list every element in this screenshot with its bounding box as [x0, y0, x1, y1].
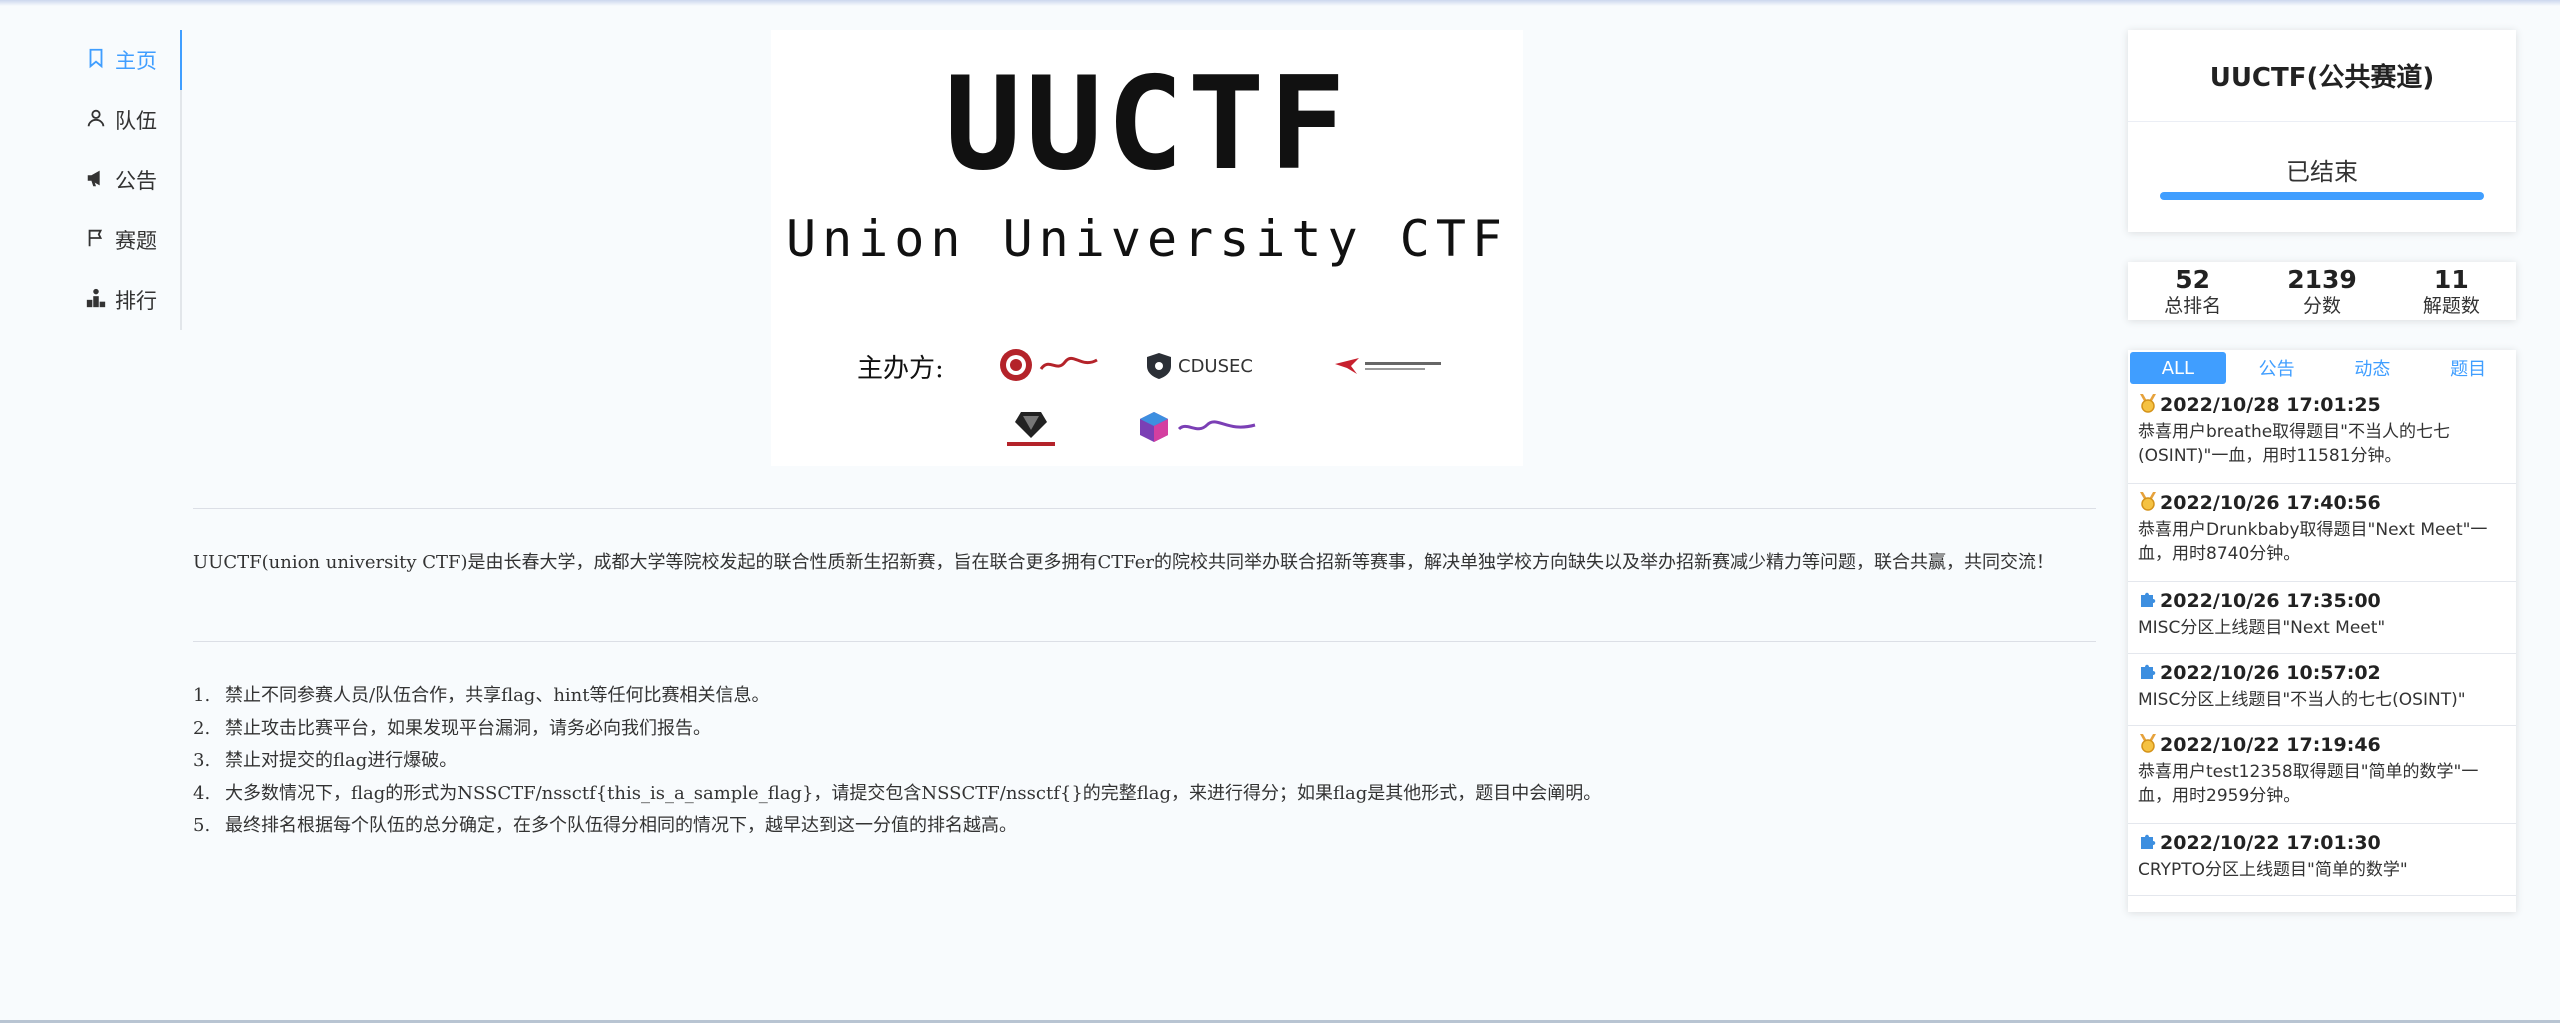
feed-item: 2022/10/28 17:01:25 恭喜用户breathe取得题目"不当人的… [2128, 390, 2516, 484]
puzzle-icon [2138, 831, 2158, 856]
divider [193, 641, 2096, 642]
feed-item: 2022/10/22 17:19:46 恭喜用户test12358取得题目"简单… [2128, 730, 2516, 824]
activity-feed-card: ALL 公告 动态 题目 2022/10/28 17:01:25 恭喜用户bre… [2128, 350, 2516, 912]
changchun-university-logo [999, 348, 1099, 382]
organizer-label: 主办方: [857, 354, 944, 384]
contest-status-card: UUCTF(公共赛道) 已结束 [2128, 30, 2516, 232]
rule-item: 1. 禁止不同参赛人员/队伍合作，共享flag、hint等任何比赛相关信息。 [193, 685, 770, 706]
tab-announcements[interactable]: 公告 [2229, 350, 2325, 386]
team-stats-card: 52 总排名 2139 分数 11 解题数 [2128, 262, 2516, 320]
stat-score: 2139 分数 [2287, 265, 2357, 318]
medal-icon [2138, 393, 2158, 418]
medal-icon [2138, 733, 2158, 758]
event-banner: UUCTF Union University CTF 主办方: CDUSEC [771, 30, 1523, 466]
puzzle-icon [2138, 589, 2158, 614]
rule-item: 4. 大多数情况下，flag的形式为NSSCTF/nssctf{this_is_a… [193, 782, 1602, 804]
contest-title: UUCTF(公共赛道) [2128, 30, 2516, 122]
sidebar-nav: 主页 队伍 公告 赛题 排行 [62, 30, 182, 330]
sidebar-item-label: 队伍 [115, 109, 157, 133]
tab-all[interactable]: ALL [2130, 352, 2226, 384]
sidebar-item-label: 排行 [115, 289, 157, 313]
banner-subtitle: Union University CTF [785, 210, 1509, 268]
cube-team-logo [1137, 410, 1257, 444]
feed-item: 2022/10/26 17:35:00 MISC分区上线题目"Next Meet… [2128, 586, 2516, 654]
sidebar-item-challenges[interactable]: 赛题 [62, 220, 180, 260]
sidebar-item-label: 赛题 [115, 229, 157, 253]
podium-icon [85, 287, 107, 314]
medal-icon [2138, 491, 2158, 516]
sidebar-item-home[interactable]: 主页 [62, 40, 180, 80]
feed-tabs: ALL 公告 动态 题目 [2128, 350, 2516, 386]
feed-item: 2022/10/22 17:01:30 CRYPTO分区上线题目"简单的数学" [2128, 828, 2516, 896]
divider [193, 508, 2096, 509]
feed-item: 2022/10/26 10:57:02 MISC分区上线题目"不当人的七七(OS… [2128, 658, 2516, 726]
airplane-college-logo [1333, 354, 1445, 378]
flag-icon [85, 227, 107, 254]
user-icon [85, 107, 107, 134]
stat-solves: 11 解题数 [2422, 265, 2480, 318]
shield-team-logo [1001, 410, 1061, 450]
rule-item: 5. 最终排名根据每个队伍的总分确定，在多个队伍得分相同的情况下，越早达到这一分值… [193, 815, 1017, 836]
contest-progress-bar [2160, 192, 2484, 200]
event-intro: UUCTF(union university CTF)是由长春大学，成都大学等院… [193, 552, 2055, 573]
banner-title: UUCTF [771, 50, 1523, 199]
rule-item: 3. 禁止对提交的flag进行爆破。 [193, 750, 458, 771]
tab-activity[interactable]: 动态 [2325, 350, 2421, 386]
sidebar-item-announcements[interactable]: 公告 [62, 160, 180, 200]
megaphone-icon [85, 167, 107, 194]
contest-state: 已结束 [2286, 158, 2358, 186]
rule-item: 2. 禁止攻击比赛平台，如果发现平台漏洞，请务必向我们报告。 [193, 717, 711, 739]
sidebar-item-label: 公告 [115, 169, 157, 193]
active-indicator [180, 30, 182, 90]
sidebar-item-label: 主页 [115, 49, 157, 73]
sidebar-item-ranking[interactable]: 排行 [62, 280, 180, 320]
sidebar-item-team[interactable]: 队伍 [62, 100, 180, 140]
puzzle-icon [2138, 661, 2158, 686]
bookmark-icon [85, 47, 107, 74]
top-shadow [0, 0, 2560, 6]
stat-rank: 52 总排名 [2164, 265, 2222, 318]
cdusec-logo: CDUSEC [1146, 352, 1253, 380]
tab-challenges[interactable]: 题目 [2420, 350, 2516, 386]
feed-item: 2022/10/26 17:40:56 恭喜用户Drunkbaby取得题目"Ne… [2128, 488, 2516, 582]
rules-list: 1. 禁止不同参赛人员/队伍合作，共享flag、hint等任何比赛相关信息。 2.… [193, 680, 2096, 843]
